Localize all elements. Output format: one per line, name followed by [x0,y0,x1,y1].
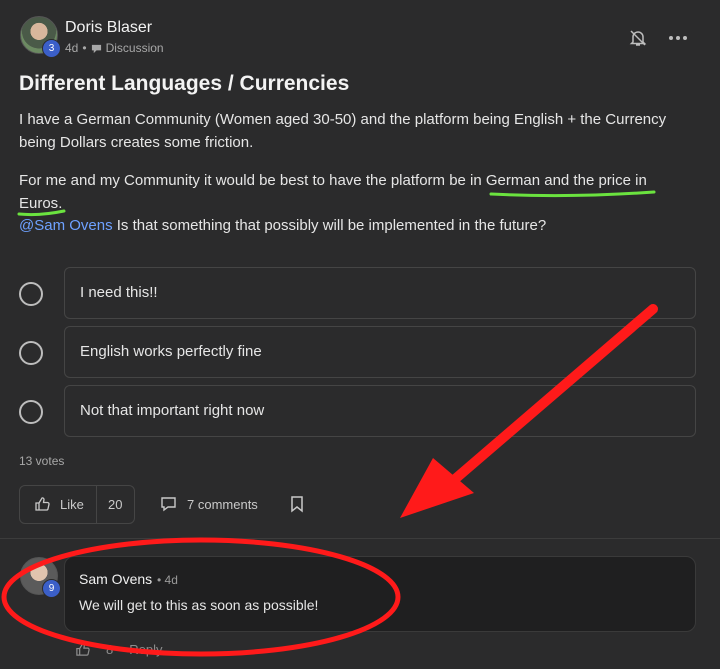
poll-option-label: I need this!! [80,284,158,301]
poll-option-1[interactable]: I need this!! [64,267,696,319]
like-count[interactable]: 20 [108,497,122,512]
red-arrow-head [400,458,474,518]
post-paragraph-1: I have a German Community (Women aged 30… [19,111,667,151]
comment-bubble: Sam Ovens • 4d We will get to this as so… [64,556,696,632]
poll-radio-1[interactable] [19,282,43,306]
user-mention[interactable]: @Sam Ovens [19,217,113,234]
meta-separator: • [82,41,87,55]
like-label[interactable]: Like [60,497,84,512]
like-divider [96,486,97,523]
reply-button[interactable]: Reply [129,642,162,657]
poll-radio-2[interactable] [19,341,43,365]
bookmark-icon[interactable] [289,495,305,513]
author-name[interactable]: Doris Blaser [65,19,152,37]
post-meta: 4d • Discussion [65,41,164,55]
level-badge: 3 [42,39,61,58]
comment-like-icon[interactable] [75,642,90,657]
comment-icon [161,497,176,512]
poll-option-label: Not that important right now [80,402,265,419]
vote-count: 13 votes [19,454,65,468]
like-button-group[interactable]: Like 20 [19,485,135,524]
post-time: 4d [65,41,79,55]
poll-radio-3[interactable] [19,400,43,424]
comment-author[interactable]: Sam Ovens [79,571,152,587]
paragraph-3-text: Is that something that possibly will be … [112,217,547,234]
comments-button[interactable]: 7 comments [160,496,258,512]
chat-bubble-icon [91,44,101,53]
post-category[interactable]: Discussion [106,41,164,55]
bell-off-icon[interactable] [628,28,648,48]
post-paragraph-2: For me and my Community it would be best… [19,169,689,215]
paragraph-2-text: For me and my Community it would be best… [19,172,486,189]
post-title: Different Languages / Currencies [19,72,350,95]
post-paragraph-3: @Sam Ovens Is that something that possib… [19,214,689,237]
comment-like-count[interactable]: 8 [106,642,113,657]
more-options-icon[interactable] [667,28,689,48]
comment-text: We will get to this as soon as possible! [79,597,319,613]
section-divider [0,538,720,539]
comment-time: • 4d [157,573,178,587]
commenter-level-badge: 9 [42,579,61,598]
paragraph-2-end: . [58,195,63,212]
comment-actions: 8 Reply [75,642,162,657]
poll-option-2[interactable]: English works perfectly fine [64,326,696,378]
thumbs-up-icon [35,497,50,511]
poll-option-3[interactable]: Not that important right now [64,385,696,437]
poll-option-label: English works perfectly fine [80,343,262,360]
comments-count: 7 comments [187,496,258,512]
